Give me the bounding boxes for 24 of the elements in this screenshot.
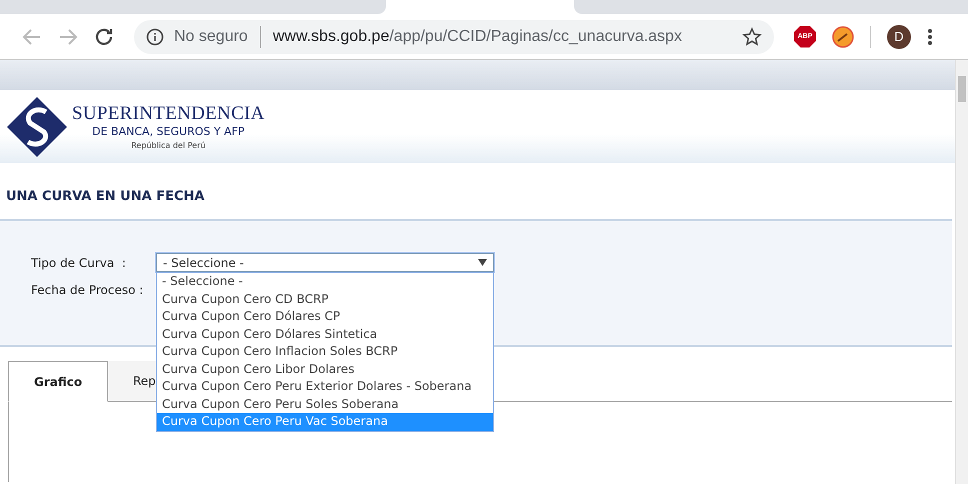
dropdown-option[interactable]: Curva Cupon Cero Inflacion Soles BCRP (157, 343, 493, 360)
menu-icon[interactable] (927, 28, 933, 46)
dropdown-option[interactable]: Curva Cupon Cero Dólares Sintetica (157, 326, 493, 343)
extension-icon[interactable] (832, 26, 854, 48)
address-bar[interactable]: No seguro www.sbs.gob.pe/app/pu/CCID/Paginas/cc_unacurva.aspx (134, 20, 774, 54)
logo-country: República del Perú (131, 141, 206, 150)
field-label: Fecha de Proceso : (31, 282, 144, 296)
info-icon[interactable] (146, 28, 164, 46)
dropdown-option[interactable]: - Seleccione - (157, 273, 493, 290)
profile-avatar[interactable]: D (887, 24, 911, 48)
logo-subtitle: DE BANCA, SEGUROS Y AFP (92, 125, 245, 138)
star-icon[interactable] (742, 26, 762, 46)
curve-type-select[interactable]: - Seleccione - (156, 253, 494, 272)
tab[interactable]: Grafico (8, 361, 108, 402)
logo-title: SUPERINTENDENCIA (72, 103, 265, 125)
dropdown-option[interactable]: Curva Cupon Cero Dólares CP (157, 308, 493, 326)
dropdown-arrow-icon (478, 259, 487, 266)
url-text: www.sbs.gob.pe/app/pu/CCID/Paginas/cc_unacurva.aspx (272, 28, 682, 46)
page-title: UNA CURVA EN UNA FECHA (6, 189, 206, 206)
dropdown-option[interactable]: Curva Cupon Cero CD BCRP (157, 290, 493, 308)
scrollbar[interactable] (955, 60, 968, 484)
field-label: Tipo de Curva : (31, 256, 127, 270)
security-label: No seguro (174, 28, 248, 46)
logo-icon (6, 96, 68, 158)
